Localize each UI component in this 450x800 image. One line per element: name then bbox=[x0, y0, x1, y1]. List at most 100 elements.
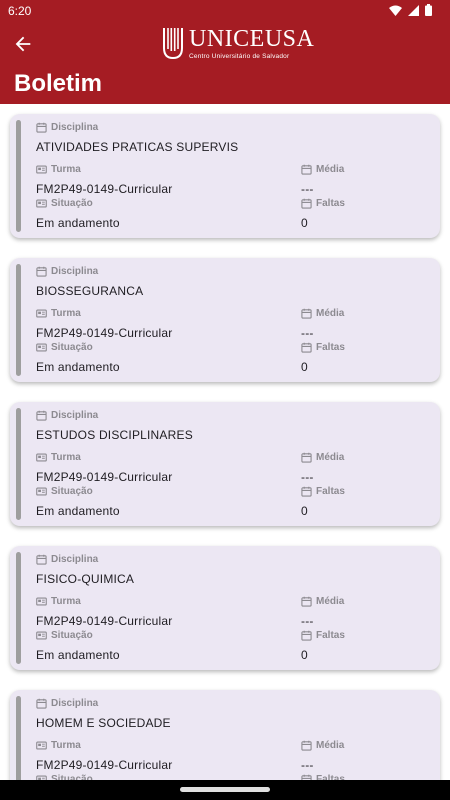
id-card-icon bbox=[36, 343, 47, 352]
logo-name: UNICEUSA bbox=[189, 25, 315, 52]
id-card-icon bbox=[36, 487, 47, 496]
turma-label-text: Turma bbox=[51, 308, 81, 319]
media-value: --- bbox=[301, 182, 314, 196]
status-bar: 6:20 bbox=[0, 0, 450, 24]
turma-value: FM2P49-0149-Curricular bbox=[36, 614, 173, 628]
disciplina-value: FISICO-QUIMICA bbox=[36, 572, 135, 586]
faltas-value: 0 bbox=[301, 360, 308, 374]
grades-list[interactable]: Disciplina ATIVIDADES PRATICAS SUPERVIS Tu… bbox=[0, 104, 450, 780]
id-card-icon bbox=[36, 309, 47, 318]
id-card-icon bbox=[36, 453, 47, 462]
calendar-icon bbox=[301, 596, 312, 607]
status-bar-indicator bbox=[16, 120, 21, 232]
media-label-text: Média bbox=[316, 452, 345, 463]
situacao-label: Situação bbox=[36, 342, 93, 353]
calendar-icon bbox=[301, 452, 312, 463]
disciplina-label-text: Disciplina bbox=[51, 122, 99, 133]
media-value: --- bbox=[301, 470, 314, 484]
media-value: --- bbox=[301, 326, 314, 340]
page-title: Boletim bbox=[14, 70, 103, 97]
situacao-value: Em andamento bbox=[36, 648, 120, 662]
disciplina-label: Disciplina bbox=[36, 698, 98, 709]
grade-card[interactable]: Disciplina ESTUDOS DISCIPLINARES Turma Médi… bbox=[10, 402, 440, 526]
faltas-label-text: Faltas bbox=[316, 342, 345, 353]
media-label: Média bbox=[301, 164, 344, 175]
calendar-icon bbox=[36, 122, 47, 133]
status-icons bbox=[389, 4, 432, 16]
situacao-label: Situação bbox=[36, 486, 93, 497]
turma-label-text: Turma bbox=[51, 740, 81, 751]
signal-icon bbox=[408, 4, 419, 16]
disciplina-value: BIOSSEGURANCA bbox=[36, 284, 144, 298]
media-label: Média bbox=[301, 452, 344, 463]
situacao-label-text: Situação bbox=[51, 342, 93, 353]
calendar-icon bbox=[36, 554, 47, 565]
calendar-icon bbox=[301, 308, 312, 319]
turma-label-text: Turma bbox=[51, 452, 81, 463]
media-label: Média bbox=[301, 308, 344, 319]
status-bar-indicator bbox=[16, 264, 21, 376]
faltas-label: Faltas bbox=[301, 486, 345, 497]
faltas-label-text: Faltas bbox=[316, 198, 345, 209]
media-label: Média bbox=[301, 740, 344, 751]
media-label: Média bbox=[301, 596, 344, 607]
grade-card[interactable]: Disciplina FISICO-QUIMICA Turma Média FM2P49… bbox=[10, 546, 440, 670]
disciplina-label-text: Disciplina bbox=[51, 266, 99, 277]
status-bar-indicator bbox=[16, 552, 21, 664]
calendar-icon bbox=[301, 198, 312, 209]
faltas-label-text: Faltas bbox=[316, 630, 345, 641]
faltas-value: 0 bbox=[301, 216, 308, 230]
disciplina-value: ATIVIDADES PRATICAS SUPERVIS bbox=[36, 140, 239, 154]
status-bar-indicator bbox=[16, 408, 21, 520]
situacao-label-text: Situação bbox=[51, 198, 93, 209]
calendar-icon bbox=[36, 410, 47, 421]
status-bar-indicator bbox=[16, 696, 21, 780]
disciplina-label: Disciplina bbox=[36, 554, 98, 565]
media-label-text: Média bbox=[316, 740, 345, 751]
uniceusa-logo: UNICEUSA Centro Universitário de Salvado… bbox=[162, 26, 314, 60]
id-card-icon bbox=[36, 741, 47, 750]
turma-label: Turma bbox=[36, 164, 81, 175]
situacao-value: Em andamento bbox=[36, 216, 120, 230]
calendar-icon bbox=[301, 740, 312, 751]
wifi-icon bbox=[389, 5, 402, 16]
calendar-icon bbox=[301, 342, 312, 353]
faltas-label: Faltas bbox=[301, 342, 345, 353]
faltas-label-text: Faltas bbox=[316, 486, 345, 497]
disciplina-label: Disciplina bbox=[36, 266, 98, 277]
situacao-label-text: Situação bbox=[51, 630, 93, 641]
situacao-value: Em andamento bbox=[36, 504, 120, 518]
calendar-icon bbox=[301, 630, 312, 641]
situacao-label: Situação bbox=[36, 630, 93, 641]
grade-card[interactable]: Disciplina HOMEM E SOCIEDADE Turma Média FM2… bbox=[10, 690, 440, 780]
disciplina-label: Disciplina bbox=[36, 410, 98, 421]
calendar-icon bbox=[36, 698, 47, 709]
turma-label-text: Turma bbox=[51, 596, 81, 607]
id-card-icon bbox=[36, 631, 47, 640]
turma-label: Turma bbox=[36, 740, 81, 751]
media-value: --- bbox=[301, 758, 314, 772]
id-card-icon bbox=[36, 165, 47, 174]
faltas-label: Faltas bbox=[301, 198, 345, 209]
turma-value: FM2P49-0149-Curricular bbox=[36, 326, 173, 340]
home-gesture-handle[interactable] bbox=[180, 787, 270, 792]
grade-card[interactable]: Disciplina BIOSSEGURANCA Turma Média FM2P49-… bbox=[10, 258, 440, 382]
turma-label: Turma bbox=[36, 308, 81, 319]
faltas-value: 0 bbox=[301, 648, 308, 662]
id-card-icon bbox=[36, 199, 47, 208]
grade-card[interactable]: Disciplina ATIVIDADES PRATICAS SUPERVIS Tu… bbox=[10, 114, 440, 238]
disciplina-value: HOMEM E SOCIEDADE bbox=[36, 716, 171, 730]
media-label-text: Média bbox=[316, 164, 345, 175]
turma-value: FM2P49-0149-Curricular bbox=[36, 470, 173, 484]
id-card-icon bbox=[36, 597, 47, 606]
disciplina-label-text: Disciplina bbox=[51, 554, 99, 565]
turma-value: FM2P49-0149-Curricular bbox=[36, 758, 173, 772]
app-bar: 6:20 UNICEUSA Centro Universitário de Sa… bbox=[0, 0, 450, 104]
disciplina-value: ESTUDOS DISCIPLINARES bbox=[36, 428, 193, 442]
disciplina-label: Disciplina bbox=[36, 122, 98, 133]
logo-subtitle: Centro Universitário de Salvador bbox=[189, 52, 290, 60]
turma-label-text: Turma bbox=[51, 164, 81, 175]
back-arrow-icon[interactable] bbox=[12, 33, 34, 55]
media-value: --- bbox=[301, 614, 314, 628]
disciplina-label-text: Disciplina bbox=[51, 698, 99, 709]
